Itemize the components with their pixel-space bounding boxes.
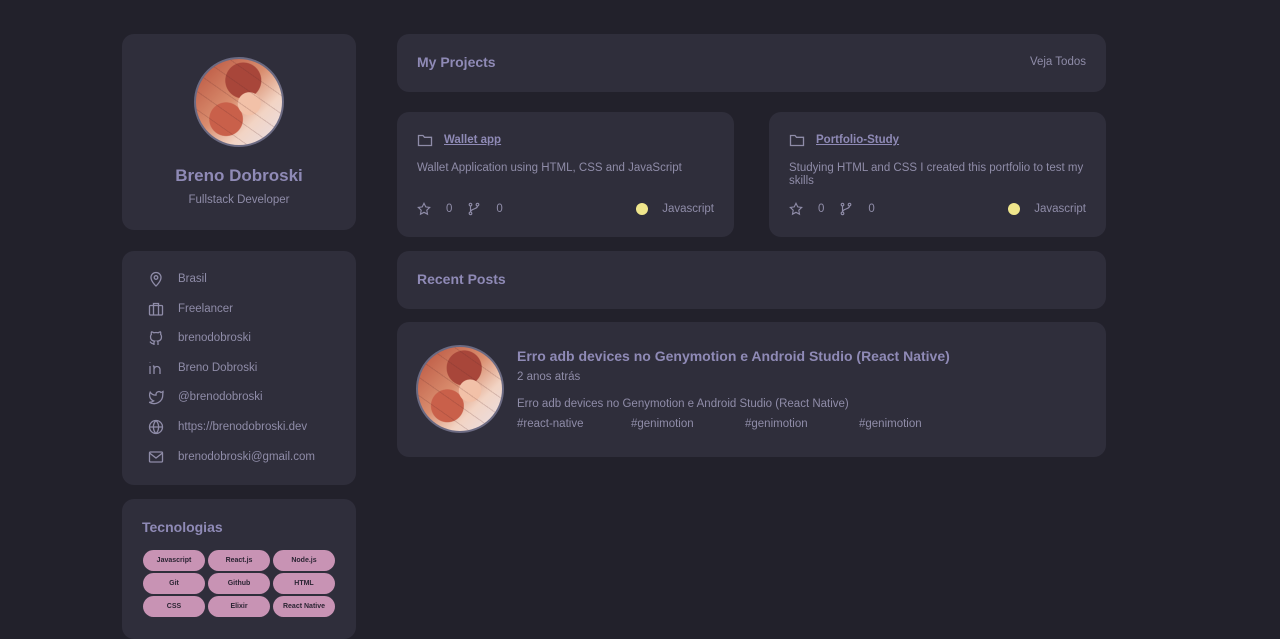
language-label: Javascript <box>1034 203 1086 215</box>
tech-card: Tecnologias Javascript React.js Node.js … <box>122 499 356 639</box>
info-github[interactable]: brenodobroski <box>148 328 251 348</box>
tech-pill: Git <box>143 573 205 594</box>
project-name-link[interactable]: Portfolio-Study <box>816 134 899 146</box>
info-website[interactable]: https://brenodobroski.dev <box>148 417 307 437</box>
project-footer: 0 0 Javascript <box>417 201 714 217</box>
project-description: Wallet Application using HTML, CSS and J… <box>417 162 714 175</box>
info-email[interactable]: brenodobroski@gmail.com <box>148 447 315 467</box>
globe-icon <box>148 419 164 435</box>
language-dot <box>636 203 648 215</box>
info-website-text[interactable]: https://brenodobroski.dev <box>178 421 307 433</box>
project-card: Wallet app Wallet Application using HTML… <box>397 112 734 237</box>
project-head: Portfolio-Study <box>789 132 899 148</box>
tech-pill: HTML <box>273 573 335 594</box>
language-label: Javascript <box>662 203 714 215</box>
briefcase-icon <box>148 301 164 317</box>
star-count: 0 <box>446 203 452 215</box>
project-card: Portfolio-Study Studying HTML and CSS I … <box>769 112 1106 237</box>
git-branch-icon <box>839 202 853 216</box>
info-work-text: Freelancer <box>178 303 233 315</box>
post-tag[interactable]: #react-native <box>517 418 631 430</box>
project-language: Javascript <box>1008 203 1086 215</box>
linkedin-icon <box>148 360 164 376</box>
project-name-link[interactable]: Wallet app <box>444 134 501 146</box>
tech-pill: Github <box>208 573 270 594</box>
info-email-text[interactable]: brenodobroski@gmail.com <box>178 451 315 463</box>
info-linkedin-text[interactable]: Breno Dobroski <box>178 362 257 374</box>
info-location-text: Brasil <box>178 273 207 285</box>
post-tags: #react-native #genimotion #genimotion #g… <box>517 418 973 430</box>
fork-count: 0 <box>496 203 502 215</box>
projects-header: My Projects Veja Todos <box>397 34 1106 92</box>
posts-header: Recent Posts <box>397 251 1106 309</box>
projects-title: My Projects <box>417 54 496 70</box>
tech-pill: Node.js <box>273 550 335 571</box>
see-all-link[interactable]: Veja Todos <box>1030 56 1086 68</box>
language-dot <box>1008 203 1020 215</box>
post-card[interactable]: Erro adb devices no Genymotion e Android… <box>397 322 1106 457</box>
profile-avatar <box>194 57 284 147</box>
post-title[interactable]: Erro adb devices no Genymotion e Android… <box>517 348 950 364</box>
tech-pill: Elixir <box>208 596 270 617</box>
posts-title: Recent Posts <box>417 271 506 287</box>
project-footer: 0 0 Javascript <box>789 201 1086 217</box>
tech-pill: Javascript <box>143 550 205 571</box>
star-count: 0 <box>818 203 824 215</box>
tech-pill: CSS <box>143 596 205 617</box>
info-work: Freelancer <box>148 299 233 319</box>
folder-icon <box>417 132 433 148</box>
profile-role: Fullstack Developer <box>122 194 356 206</box>
info-twitter[interactable]: @brenodobroski <box>148 387 263 407</box>
profile-name: Breno Dobroski <box>122 166 356 186</box>
project-head: Wallet app <box>417 132 501 148</box>
post-excerpt: Erro adb devices no Genymotion e Android… <box>517 398 849 410</box>
post-tag[interactable]: #genimotion <box>745 418 859 430</box>
twitter-icon <box>148 389 164 405</box>
post-avatar <box>416 345 504 433</box>
tech-pill: React Native <box>273 596 335 617</box>
info-linkedin[interactable]: Breno Dobroski <box>148 358 257 378</box>
folder-icon <box>789 132 805 148</box>
location-pin-icon <box>148 271 164 287</box>
post-date: 2 anos atrás <box>517 371 580 383</box>
post-tag[interactable]: #genimotion <box>631 418 745 430</box>
info-card: Brasil Freelancer brenodobroski Breno Do… <box>122 251 356 485</box>
tech-title: Tecnologias <box>142 519 223 535</box>
project-language: Javascript <box>636 203 714 215</box>
tech-grid: Javascript React.js Node.js Git Github H… <box>143 550 335 617</box>
git-branch-icon <box>467 202 481 216</box>
mail-icon <box>148 449 164 465</box>
info-github-text[interactable]: brenodobroski <box>178 332 251 344</box>
profile-card: Breno Dobroski Fullstack Developer <box>122 34 356 230</box>
github-icon <box>148 330 164 346</box>
info-location: Brasil <box>148 269 207 289</box>
post-tag[interactable]: #genimotion <box>859 418 973 430</box>
tech-pill: React.js <box>208 550 270 571</box>
star-icon <box>789 202 803 216</box>
info-twitter-text[interactable]: @brenodobroski <box>178 391 263 403</box>
fork-count: 0 <box>868 203 874 215</box>
project-description: Studying HTML and CSS I created this por… <box>789 162 1086 188</box>
star-icon <box>417 202 431 216</box>
